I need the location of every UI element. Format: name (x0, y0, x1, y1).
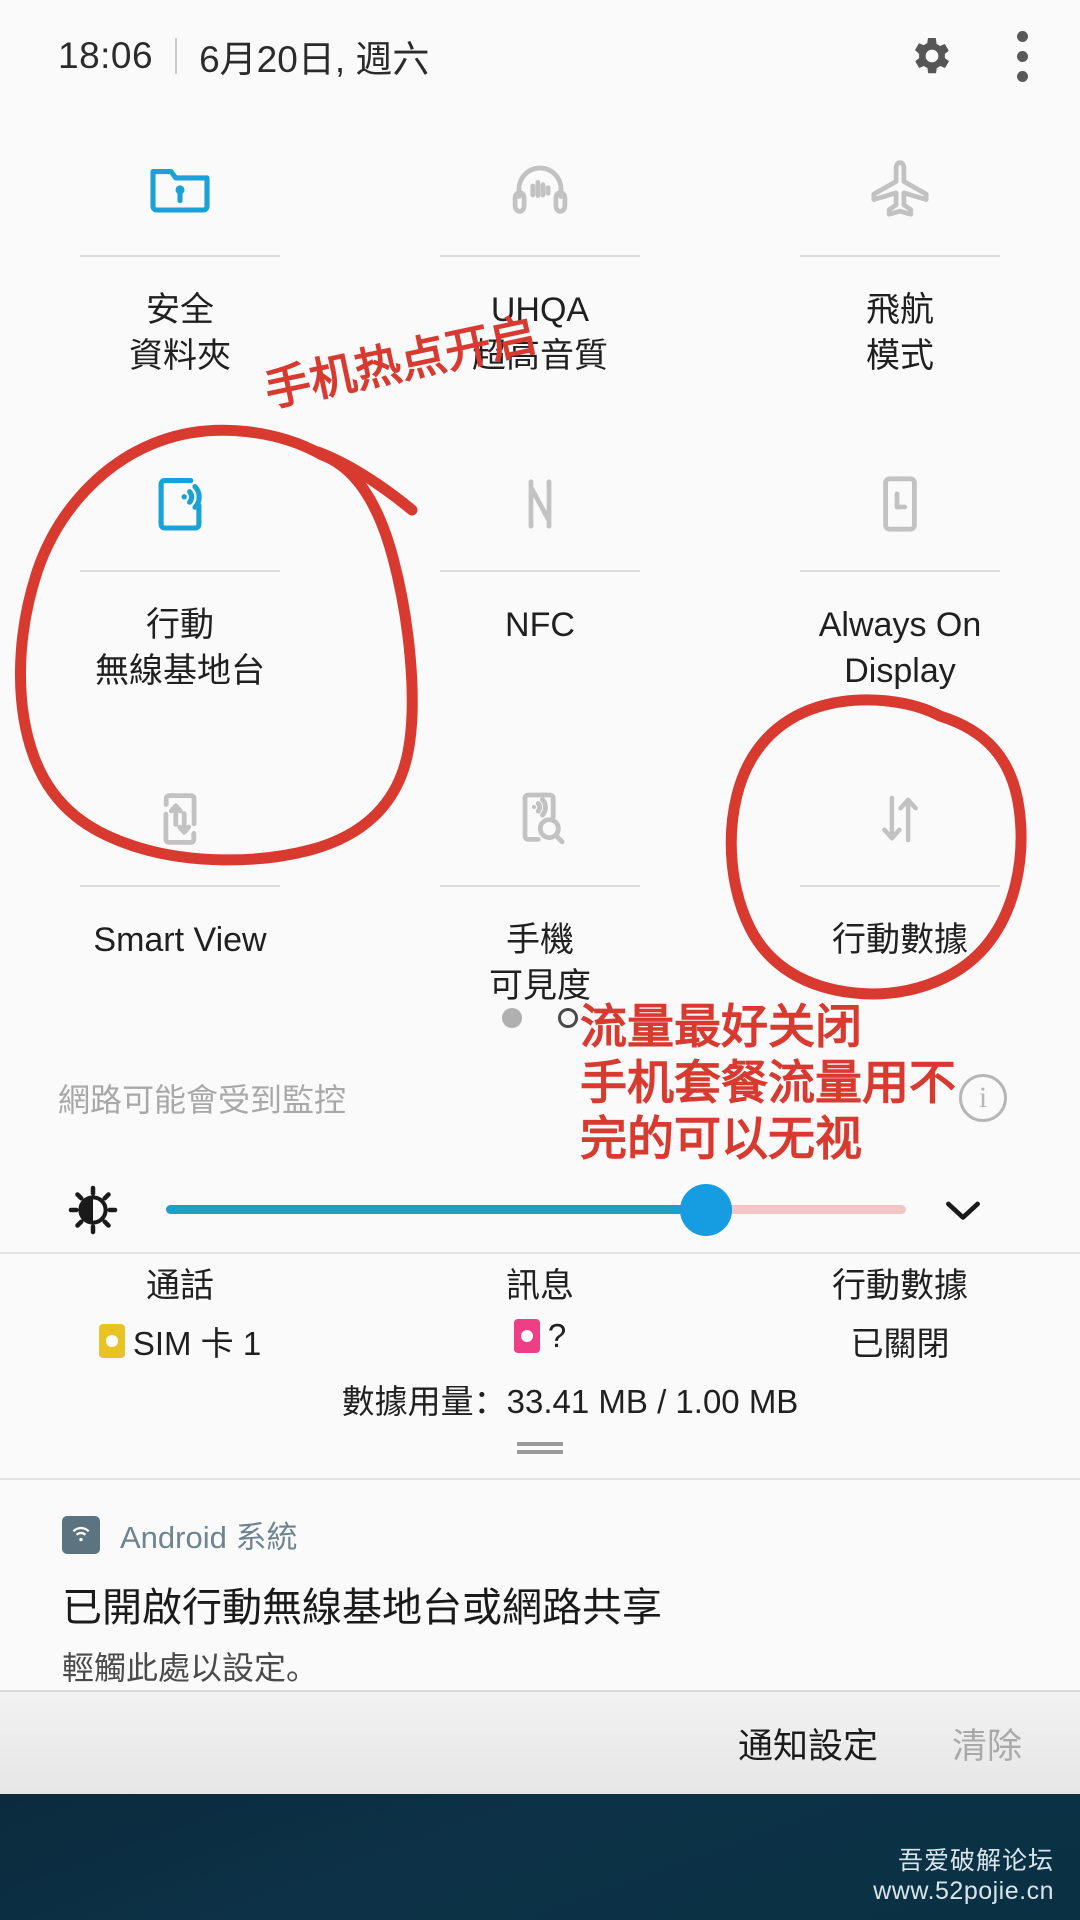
phone-visibility-icon (502, 766, 578, 871)
headphones-icon (502, 136, 578, 241)
status-bar: 18:06 6月20日, 週六 (0, 0, 1080, 112)
tile-divider (440, 255, 640, 257)
tile-label: 飛航 模式 (866, 291, 934, 375)
pink-sim-icon (513, 1319, 540, 1353)
clock-separator (175, 38, 178, 74)
sim-value-group: SIM 卡 1 (98, 1317, 262, 1365)
sim-title: 訊息 (506, 1267, 574, 1305)
quick-settings-tiles: 安全 資料夾 UHQA 超高音質 飛航 模式 行動 無線基地台 NFC Alwa… (0, 118, 1080, 1063)
sim-value: SIM 卡 1 (132, 1325, 262, 1362)
sim-value: ? (547, 1317, 567, 1354)
brightness-icon[interactable] (66, 1183, 120, 1237)
page-dot-active[interactable] (502, 1008, 522, 1028)
brightness-slider[interactable] (166, 1184, 906, 1236)
chevron-down-icon[interactable] (936, 1183, 990, 1237)
annotation-text-mobile-data: 流量最好关闭 手机套餐流量用不 完的可以无视 (580, 1000, 956, 1167)
sim-cell-mobile-data[interactable]: 行動數據 已關閉 (720, 1258, 1080, 1365)
tile-divider (80, 885, 280, 887)
tile-nfc[interactable]: NFC (360, 433, 720, 748)
sim-status-row: 通話 SIM 卡 1 訊息 ? 行動數據 已關閉 (0, 1258, 1080, 1365)
tile-label: 安全 資料夾 (129, 291, 231, 375)
nfc-icon (502, 451, 578, 556)
tile-divider (800, 885, 1000, 887)
watermark-url: www.52pojie.cn (873, 1877, 1054, 1905)
sim-value-group: 已關閉 (851, 1317, 950, 1365)
sim-value-group: ? (513, 1317, 567, 1355)
wallpaper-strip: 吾爱破解论坛 www.52pojie.cn (0, 1794, 1080, 1920)
sim-title: 行動數據 (832, 1267, 968, 1305)
clock-date: 6月20日, 週六 (199, 39, 430, 80)
clock-group: 18:06 6月20日, 週六 (58, 29, 429, 83)
sim-value: 已關閉 (850, 1325, 950, 1362)
tile-divider (800, 570, 1000, 572)
clock-time: 18:06 (58, 35, 154, 76)
sim-cell-messages[interactable]: 訊息 ? (360, 1258, 720, 1365)
sim-cell-calls[interactable]: 通話 SIM 卡 1 (0, 1258, 360, 1365)
info-icon[interactable]: i (959, 1074, 1007, 1122)
notification-body: 輕觸此處以設定。 (62, 1650, 319, 1686)
yellow-sim-icon (98, 1324, 125, 1358)
sim-title: 通話 (146, 1267, 214, 1305)
kebab-menu-icon[interactable] (1016, 30, 1028, 82)
smart-view-icon (142, 766, 218, 871)
watermark: 吾爱破解论坛 www.52pojie.cn (873, 1841, 1054, 1906)
slider-thumb[interactable] (680, 1184, 733, 1236)
tile-label: 行動 無線基地台 (95, 606, 265, 690)
tile-divider (80, 255, 280, 257)
section-divider (0, 1252, 1080, 1254)
clear-all-button[interactable]: 清除 (952, 1718, 1022, 1769)
tile-always-on-display[interactable]: Always On Display (720, 433, 1080, 748)
notification-footer-bar: 通知設定 清除 (0, 1690, 1080, 1794)
header-icons (908, 30, 1028, 82)
gear-icon[interactable] (908, 32, 956, 80)
page-dot-inactive[interactable] (558, 1008, 578, 1028)
brightness-row (0, 1162, 1080, 1258)
hotspot-status-icon (62, 1515, 100, 1554)
watermark-name: 吾爱破解论坛 (897, 1847, 1054, 1875)
tile-label: NFC (505, 606, 575, 644)
notification-app-row: Android 系統 (62, 1512, 1080, 1557)
panel-grabber-handle[interactable] (517, 1442, 563, 1454)
airplane-icon (862, 136, 938, 241)
always-on-display-icon (862, 451, 938, 556)
mobile-hotspot-icon (142, 451, 218, 556)
notification-settings-button[interactable]: 通知設定 (738, 1718, 878, 1769)
notification-app-name: Android 系統 (120, 1520, 298, 1555)
tile-divider (80, 570, 280, 572)
notification-card[interactable]: Android 系統 已開啟行動無線基地台或網路共享 輕觸此處以設定。 (0, 1478, 1080, 1690)
tile-airplane-mode[interactable]: 飛航 模式 (720, 118, 1080, 433)
tile-divider (440, 570, 640, 572)
tile-mobile-hotspot[interactable]: 行動 無線基地台 (0, 433, 360, 748)
tile-label: Always On Display (818, 606, 982, 690)
quick-settings-panel: 18:06 6月20日, 週六 安全 資料夾 UHQA 超高音質 飛航 模式 行… (0, 0, 1080, 1794)
tile-label: 手機 可見度 (489, 921, 591, 1005)
tile-label: 行動數據 (832, 921, 968, 959)
secure-folder-icon (142, 136, 218, 241)
notification-title: 已開啟行動無線基地台或網路共享 (62, 1586, 662, 1630)
tile-divider (800, 255, 1000, 257)
slider-fill (166, 1205, 707, 1214)
network-monitored-note: 網路可能會受到監控 (58, 1082, 347, 1118)
tile-divider (440, 885, 640, 887)
data-usage-text: 數據用量：33.41 MB / 1.00 MB (341, 1383, 799, 1420)
mobile-data-icon (862, 766, 938, 871)
tile-label: Smart View (93, 921, 267, 959)
